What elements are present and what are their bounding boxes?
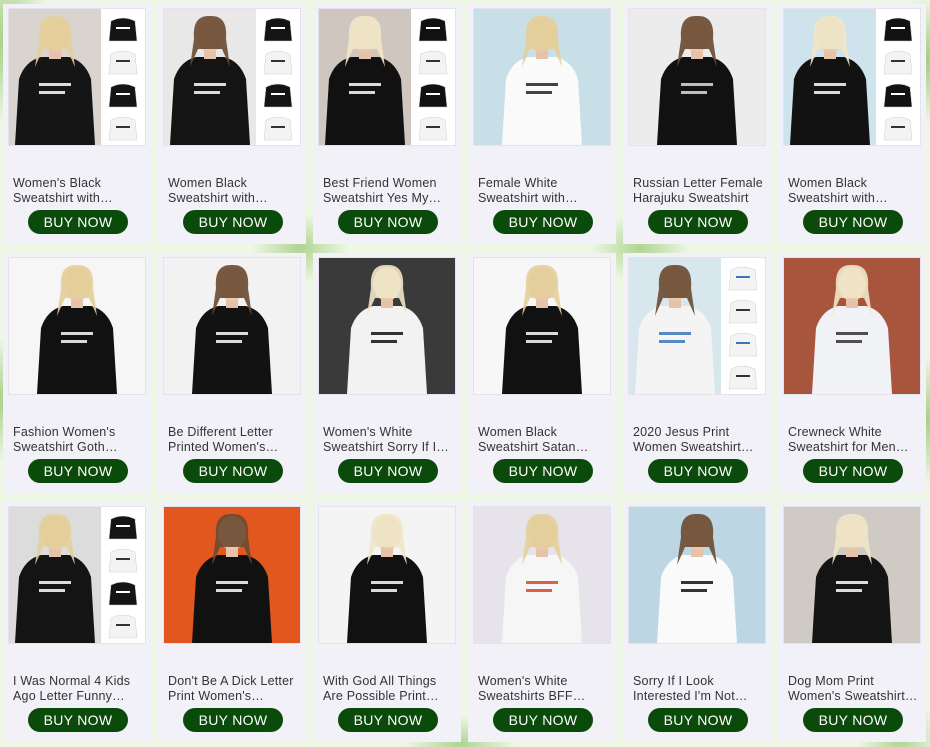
product-image[interactable] [784,9,920,145]
product-title[interactable]: Female White Sweatshirt with Russian Let… [478,176,610,206]
product-title[interactable]: 2020 Jesus Print Women Sweatshirt Casual [633,425,765,455]
product-title[interactable]: Women Black Sweatshirt with Russian Lett… [788,176,920,206]
product-card[interactable]: Female White Sweatshirt with Russian Let… [468,4,616,244]
product-image[interactable] [474,9,610,145]
product-card[interactable]: I Was Normal 4 Kids Ago Letter Funny Swe… [3,502,151,742]
product-title[interactable]: Sorry If I Look Interested I'm Not Sweat… [633,674,765,704]
product-card[interactable]: Women's White Sweatshirt Sorry If I Look… [313,253,461,493]
buy-now-button[interactable]: BUY NOW [183,210,283,234]
product-card[interactable]: Be Different Letter Printed Women's Swea… [158,253,306,493]
buy-now-button[interactable]: BUY NOW [338,459,438,483]
buy-now-button[interactable]: BUY NOW [493,708,593,732]
product-title[interactable]: Women's White Sweatshirts BFF Burger Fri… [478,674,610,704]
product-card[interactable]: Women Black Sweatshirt with Russian Lett… [158,4,306,244]
buy-now-button[interactable]: BUY NOW [803,459,903,483]
product-title[interactable]: Don't Be A Dick Letter Print Women's Swe… [168,674,300,704]
product-image[interactable] [629,9,765,145]
product-image[interactable] [9,507,145,643]
buy-now-button[interactable]: BUY NOW [648,210,748,234]
product-card[interactable]: Russian Letter Female Harajuku Sweatshir… [623,4,771,244]
product-image[interactable] [784,258,920,394]
product-title[interactable]: I Was Normal 4 Kids Ago Letter Funny Swe… [13,674,145,704]
product-title[interactable]: Be Different Letter Printed Women's Swea… [168,425,300,455]
buy-now-button[interactable]: BUY NOW [28,210,128,234]
product-card[interactable]: Women's Black Sweatshirt with Russian Le… [3,4,151,244]
product-title[interactable]: Women Black Sweatshirt with Russian Lett… [168,176,300,206]
buy-now-button[interactable]: BUY NOW [338,210,438,234]
product-image[interactable] [164,9,300,145]
product-image[interactable] [784,507,920,643]
product-card[interactable]: Women Black Sweatshirt with Russian Lett… [778,4,926,244]
product-card[interactable]: Crewneck White Sweatshirt for Men Funny … [778,253,926,493]
product-image[interactable] [319,258,455,394]
product-image[interactable] [319,9,455,145]
product-card[interactable]: Sorry If I Look Interested I'm Not Sweat… [623,502,771,742]
product-title[interactable]: Women Black Sweatshirt Satan Made Me Do … [478,425,610,455]
product-image[interactable] [9,258,145,394]
product-title[interactable]: Best Friend Women Sweatshirt Yes My BFF … [323,176,455,206]
product-card[interactable]: With God All Things Are Possible Print S… [313,502,461,742]
product-card[interactable]: Women's White Sweatshirts BFF Burger Fri… [468,502,616,742]
product-image[interactable] [474,507,610,643]
buy-now-button[interactable]: BUY NOW [338,708,438,732]
product-image[interactable] [629,507,765,643]
product-grid: Women's Black Sweatshirt with Russian Le… [3,4,926,742]
buy-now-button[interactable]: BUY NOW [493,459,593,483]
buy-now-button[interactable]: BUY NOW [183,459,283,483]
product-title[interactable]: Russian Letter Female Harajuku Sweatshir… [633,176,765,206]
product-image[interactable] [164,258,300,394]
product-image[interactable] [474,258,610,394]
buy-now-button[interactable]: BUY NOW [648,708,748,732]
product-title[interactable]: Crewneck White Sweatshirt for Men Funny … [788,425,920,455]
buy-now-button[interactable]: BUY NOW [803,210,903,234]
buy-now-button[interactable]: BUY NOW [493,210,593,234]
product-title[interactable]: Women's Black Sweatshirt with Russian Le… [13,176,145,206]
product-card[interactable]: Don't Be A Dick Letter Print Women's Swe… [158,502,306,742]
product-title[interactable]: With God All Things Are Possible Print S… [323,674,455,704]
product-image[interactable] [629,258,765,394]
product-card[interactable]: Women Black Sweatshirt Satan Made Me Do … [468,253,616,493]
product-card[interactable]: Dog Mom Print Women's Sweatshirt Black BU… [778,502,926,742]
product-image[interactable] [164,507,300,643]
product-card[interactable]: Fashion Women's Sweatshirt Goth Princess… [3,253,151,493]
product-card[interactable]: 2020 Jesus Print Women Sweatshirt Casual… [623,253,771,493]
product-card[interactable]: Best Friend Women Sweatshirt Yes My BFF … [313,4,461,244]
buy-now-button[interactable]: BUY NOW [28,459,128,483]
product-title[interactable]: Women's White Sweatshirt Sorry If I Look… [323,425,455,455]
buy-now-button[interactable]: BUY NOW [28,708,128,732]
product-image[interactable] [9,9,145,145]
product-title[interactable]: Dog Mom Print Women's Sweatshirt Black [788,674,920,704]
product-title[interactable]: Fashion Women's Sweatshirt Goth Princess [13,425,145,455]
buy-now-button[interactable]: BUY NOW [648,459,748,483]
buy-now-button[interactable]: BUY NOW [803,708,903,732]
buy-now-button[interactable]: BUY NOW [183,708,283,732]
product-image[interactable] [319,507,455,643]
